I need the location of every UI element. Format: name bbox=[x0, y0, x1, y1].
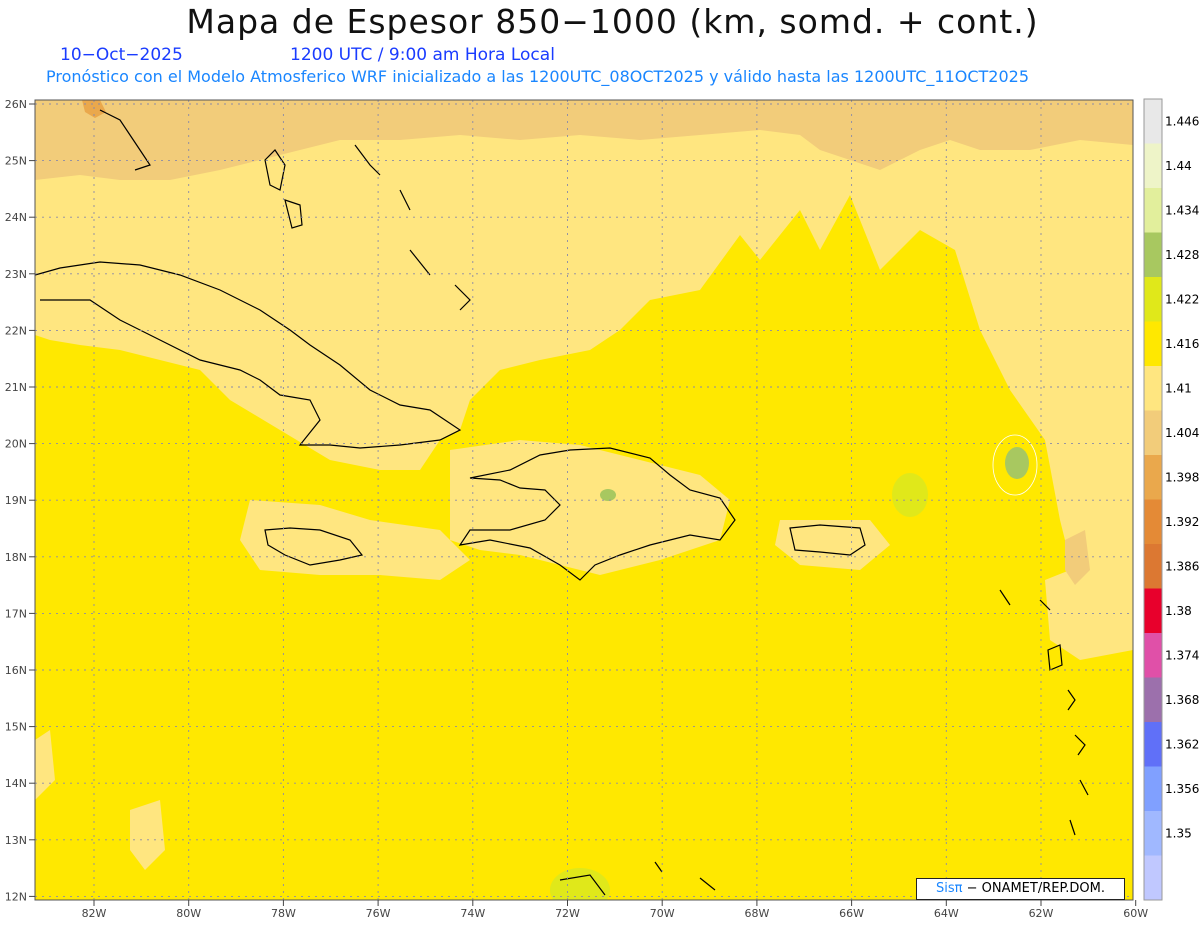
lon-label: 72W bbox=[555, 907, 580, 920]
colorbar-label: 1.434 bbox=[1165, 203, 1199, 217]
colorbar-swatch bbox=[1144, 811, 1162, 856]
lat-label: 23N bbox=[5, 268, 27, 281]
lat-label: 21N bbox=[5, 381, 27, 394]
colorbar-label: 1.38 bbox=[1165, 604, 1192, 618]
colorbar-swatch bbox=[1144, 855, 1162, 900]
lon-label: 76W bbox=[366, 907, 391, 920]
lat-label: 13N bbox=[5, 834, 27, 847]
colorbar-swatch bbox=[1144, 766, 1162, 811]
colorbar-label: 1.41 bbox=[1165, 381, 1192, 395]
colorbar-label: 1.44 bbox=[1165, 159, 1192, 173]
colorbar-label: 1.374 bbox=[1165, 648, 1199, 662]
colorbar-swatch bbox=[1144, 499, 1162, 544]
colorbar-label: 1.356 bbox=[1165, 782, 1199, 796]
colorbar-swatch bbox=[1144, 366, 1162, 411]
lat-label: 20N bbox=[5, 438, 27, 451]
credit-text: − ONAMET/REP.DOM. bbox=[962, 881, 1105, 896]
colorbar-swatch bbox=[1144, 455, 1162, 500]
colorbar-label: 1.422 bbox=[1165, 292, 1199, 306]
colorbar-label: 1.404 bbox=[1165, 426, 1199, 440]
colorbar-label: 1.416 bbox=[1165, 337, 1199, 351]
credit-box: Sisπ − ONAMET/REP.DOM. bbox=[916, 878, 1125, 900]
colorbar-label: 1.392 bbox=[1165, 515, 1199, 529]
lat-label: 24N bbox=[5, 211, 27, 224]
lon-label: 68W bbox=[744, 907, 769, 920]
lat-label: 18N bbox=[5, 551, 27, 564]
lat-label: 15N bbox=[5, 721, 27, 734]
lat-label: 26N bbox=[5, 98, 27, 111]
colorbar-label: 1.446 bbox=[1165, 114, 1199, 128]
colorbar-label: 1.386 bbox=[1165, 559, 1199, 573]
lat-label: 25N bbox=[5, 155, 27, 168]
colorbar-swatch bbox=[1144, 633, 1162, 678]
lat-label: 22N bbox=[5, 324, 27, 337]
colorbar-swatch bbox=[1144, 544, 1162, 589]
colorbar: 1.446 1.44 1.434 1.428 1.422 1.416 1.41 1.404 1.… bbox=[1143, 98, 1199, 901]
lon-label: 62W bbox=[1029, 907, 1054, 920]
sispi-logo: Sisπ bbox=[935, 881, 963, 896]
colorbar-swatch bbox=[1144, 677, 1162, 722]
lon-label: 66W bbox=[839, 907, 864, 920]
lon-label: 64W bbox=[934, 907, 959, 920]
colorbar-label: 1.368 bbox=[1165, 693, 1199, 707]
colorbar-label: 1.362 bbox=[1165, 737, 1199, 751]
colorbar-swatch bbox=[1144, 143, 1162, 188]
lon-label: 78W bbox=[271, 907, 296, 920]
lat-label: 14N bbox=[5, 777, 27, 790]
thickness-field bbox=[35, 100, 1133, 900]
colorbar-label: 1.428 bbox=[1165, 248, 1199, 262]
colorbar-swatch bbox=[1144, 99, 1162, 144]
colorbar-swatch bbox=[1144, 277, 1162, 322]
colorbar-label: 1.398 bbox=[1165, 470, 1199, 484]
lon-label: 82W bbox=[82, 907, 107, 920]
colorbar-swatch bbox=[1144, 588, 1162, 633]
colorbar-swatch bbox=[1144, 410, 1162, 455]
colorbar-swatch bbox=[1144, 321, 1162, 366]
lon-label: 70W bbox=[650, 907, 675, 920]
lon-label: 60W bbox=[1123, 907, 1148, 920]
colorbar-swatch bbox=[1144, 232, 1162, 277]
colorbar-swatch bbox=[1144, 722, 1162, 767]
lat-label: 12N bbox=[5, 890, 27, 903]
colorbar-swatch bbox=[1144, 188, 1162, 233]
lat-label: 19N bbox=[5, 494, 27, 507]
colorbar-label: 1.35 bbox=[1165, 826, 1192, 840]
lon-label: 74W bbox=[460, 907, 485, 920]
lon-label: 80W bbox=[176, 907, 201, 920]
map-canvas: 26N 25N 24N 23N 22N 21N 20N 19N 18N 17N 16N 15N 14N 1… bbox=[5, 98, 1200, 920]
lat-label: 16N bbox=[5, 664, 27, 677]
lat-label: 17N bbox=[5, 607, 27, 620]
